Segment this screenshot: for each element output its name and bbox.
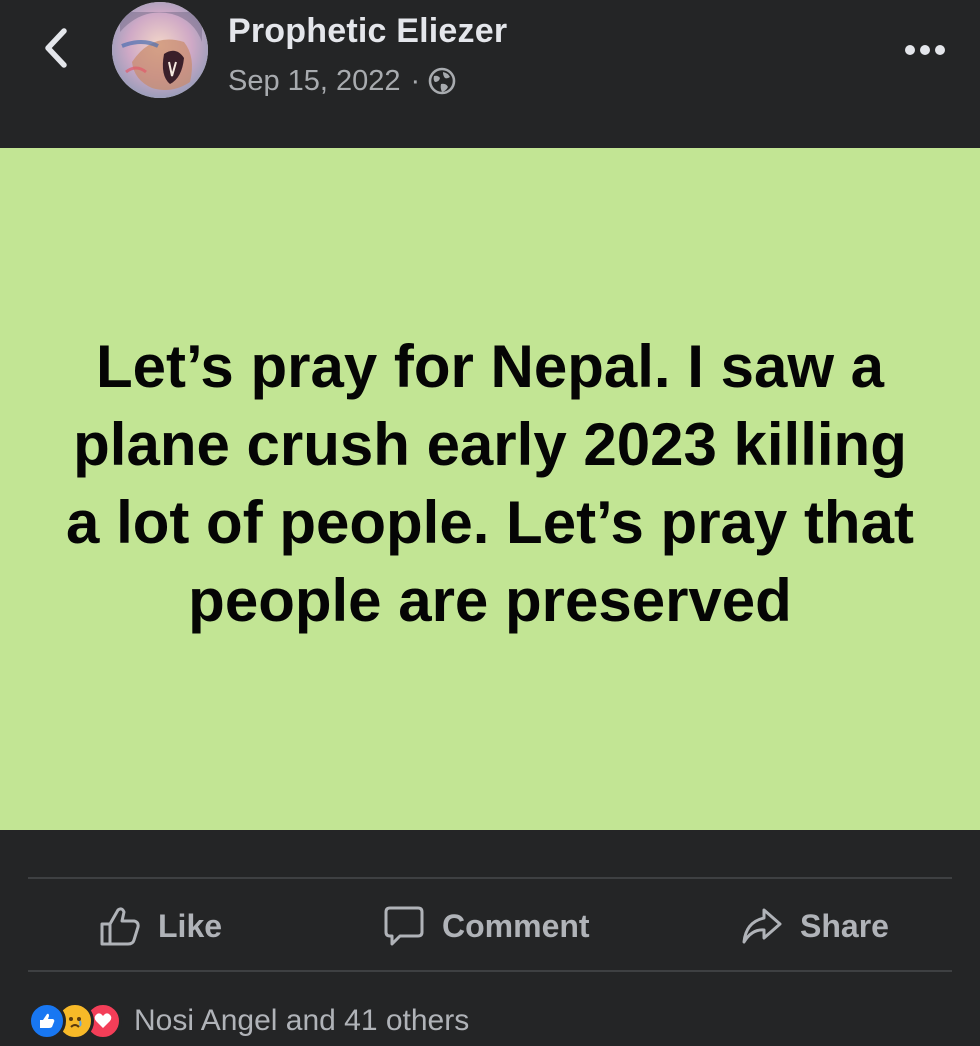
author-avatar[interactable] [112,2,208,98]
chevron-left-icon [45,28,67,68]
share-arrow-icon [742,908,782,944]
like-button[interactable]: Like [98,880,222,972]
avatar-image [112,2,208,98]
comment-icon [384,906,424,946]
divider-bottom [28,970,952,972]
ellipsis-icon [905,45,945,55]
post-date[interactable]: Sep 15, 2022 [228,65,401,98]
share-button[interactable]: Share [740,880,889,972]
post-header: Prophetic Eliezer Sep 15, 2022 · [0,0,980,148]
divider-top [28,877,952,879]
meta-separator: · [410,64,421,97]
comment-label: Comment [442,907,590,944]
back-button[interactable] [32,22,80,74]
action-bar: Like Comment Share [28,880,952,972]
like-label: Like [158,907,223,944]
author-name[interactable]: Prophetic Eliezer [228,12,507,51]
comment-button[interactable]: Comment [382,880,590,972]
post-background-card: Let’s pray for Nepal. I saw a plane crus… [0,148,980,830]
reaction-summary-text: Nosi Angel and 41 others [134,1004,470,1037]
post-meta: Sep 15, 2022 · [228,60,456,102]
share-label: Share [800,907,889,944]
more-options-button[interactable] [900,30,950,70]
post-text: Let’s pray for Nepal. I saw a plane crus… [66,333,914,634]
like-reaction-icon [28,1002,66,1040]
thumbs-up-icon [100,907,140,946]
globe-icon [428,67,456,95]
reactions-summary[interactable]: Nosi Angel and 41 others [28,996,469,1046]
